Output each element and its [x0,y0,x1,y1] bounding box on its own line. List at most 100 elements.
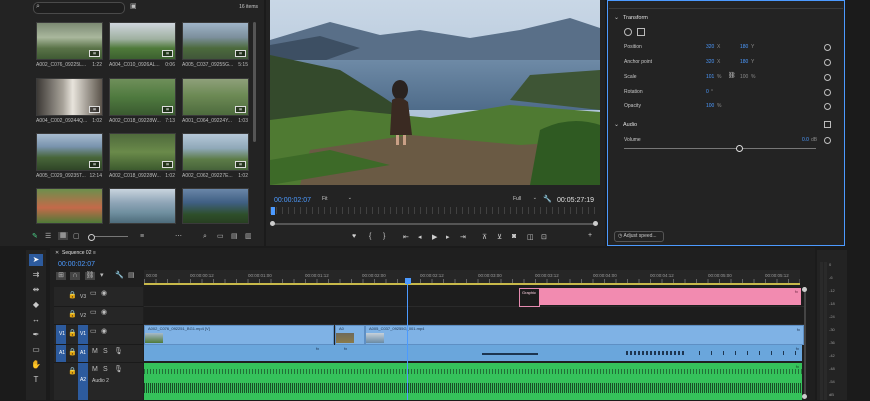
hand-tool-icon[interactable]: ✋ [29,359,43,371]
trash-icon[interactable]: ▥ [245,233,252,241]
solo-icon[interactable]: S [103,348,108,356]
list-view-icon[interactable]: ☰ [45,233,51,241]
position-y-value[interactable]: 180 [740,44,748,50]
track-lane-v2[interactable] [144,307,804,325]
clip-thumbnail[interactable]: ▤ [36,133,103,171]
program-timecode[interactable]: 00:00:02:07 [274,197,311,204]
scroll-handle-bottom[interactable] [802,394,807,399]
graphic-clip[interactable]: Graphic [519,288,540,307]
zoom-bar-handle-left[interactable] [270,221,275,226]
mic-icon[interactable]: 🎙 [114,366,123,374]
scale-value[interactable]: 101 [706,74,714,80]
toggle-sync-icon[interactable]: ▭ [90,328,97,336]
audio-clip-a1[interactable]: fx fx fx [144,345,802,361]
position-x-value[interactable]: 320 [706,44,714,50]
scroll-handle-top[interactable] [802,287,807,292]
clip-thumbnail[interactable]: ▤ [109,78,176,116]
audio-clip-a2[interactable]: fx [144,363,802,400]
audio-chevron-icon[interactable]: ⌄ [614,121,619,128]
timeline-timecode[interactable]: 00:00:02:07 [58,261,95,268]
sort-icon[interactable]: ≡ [140,233,144,241]
vr-icon[interactable]: ⊡ [541,233,547,241]
video-clip-2[interactable]: A0 [335,325,365,345]
find-icon[interactable]: ⌕ [203,233,207,241]
opacity-value[interactable]: 100 [706,103,714,109]
sequence-tab[interactable]: Sequence 02 [62,250,91,256]
clip-thumbnail[interactable] [109,188,176,224]
timeline-playhead-head[interactable] [405,278,411,284]
go-to-in-icon[interactable]: ⇤ [403,233,409,241]
lock-icon[interactable]: 🔒 [68,368,77,376]
compare-icon[interactable]: ◫ [527,233,534,241]
eye-icon[interactable]: ◉ [101,328,107,336]
bin-scrollbar[interactable] [253,22,256,142]
video-clip-1[interactable]: A002_C076_092251_BG1.mp4 [V] [144,325,334,345]
volume-slider-track[interactable] [624,148,816,149]
fit-dropdown[interactable]: Fit ⌄ [322,195,352,204]
link-icon[interactable]: ⛓ [728,72,736,79]
ripple-tool-icon[interactable]: ⇹ [29,284,43,296]
extract-icon[interactable]: ⊻ [497,233,502,241]
clip-thumbnail[interactable]: ▤ [109,133,176,171]
wrench-icon[interactable]: 🔧 [543,196,552,204]
lock-icon[interactable]: 🔒 [68,311,77,319]
solo-icon[interactable]: S [103,366,108,374]
lift-icon[interactable]: ⊼ [482,233,487,241]
eye-icon[interactable]: ◉ [101,290,107,298]
folder-icon[interactable]: ▣ [130,3,137,11]
graphic-clip-body[interactable]: fx [539,288,801,305]
type-tool-icon[interactable]: T [29,374,43,386]
adjust-speed-button[interactable]: ◷ Adjust speed... [614,231,664,242]
reset-rotation-icon[interactable] [824,89,831,96]
razor-tool-icon[interactable]: ◆ [29,299,43,311]
new-bin-icon[interactable]: ▭ [217,233,224,241]
clip-thumbnail[interactable]: ▤ [182,78,249,116]
reset-position-icon[interactable] [824,44,831,51]
rect-mask-icon[interactable] [637,28,645,36]
step-back-icon[interactable]: ◂ [418,233,422,241]
slip-tool-icon[interactable]: ↔ [29,314,43,326]
step-forward-icon[interactable]: ▸ [446,233,450,241]
toggle-sync-icon[interactable]: ▭ [90,290,97,298]
selection-tool-icon[interactable]: ➤ [29,254,43,266]
lock-icon[interactable]: 🔒 [68,292,77,300]
clip-thumbnail[interactable]: ▤ [182,22,249,60]
freeform-view-icon[interactable]: ▢ [73,233,80,241]
more-icon[interactable]: ⋯ [175,233,182,241]
add-marker-icon[interactable]: ▾ [100,272,104,280]
pen-tool-icon[interactable]: ✒ [29,329,43,341]
mark-out-icon[interactable]: } [383,233,385,240]
reset-opacity-icon[interactable] [824,103,831,110]
timeline-scrollbar[interactable] [804,287,806,397]
add-button-icon[interactable]: + [588,232,592,239]
ellipse-mask-icon[interactable] [624,28,632,36]
zoom-slider-handle[interactable] [88,234,95,241]
snap-icon[interactable]: ∩ [70,272,80,280]
video-clip-3[interactable]: A005_C037_09255G_001.mp4 fx [365,325,804,345]
quality-dropdown[interactable]: Full ⌄ [513,195,537,204]
transform-chevron-icon[interactable]: ⌄ [614,14,619,21]
linked-selection-icon[interactable]: ⛓ [85,272,95,280]
nest-icon[interactable]: ⊞ [56,272,66,280]
export-frame-icon[interactable]: ◙ [512,233,516,240]
clip-thumbnail[interactable] [182,188,249,224]
rotation-value[interactable]: 0 [706,89,709,95]
program-zoom-bar[interactable] [272,223,596,225]
captions-icon[interactable]: ▤ [128,272,135,280]
clip-thumbnail[interactable]: ▤ [36,22,103,60]
mute-icon[interactable]: M [92,366,98,374]
toggle-sync-icon[interactable]: ▭ [90,309,97,317]
program-timeruler[interactable] [270,207,600,214]
reset-volume-icon[interactable] [824,137,831,144]
audio-export-icon[interactable] [824,121,831,128]
icon-view-icon[interactable]: ▦ [58,232,68,240]
go-to-out-icon[interactable]: ⇥ [460,233,466,241]
add-marker-icon[interactable]: ♥ [352,233,356,240]
mark-in-icon[interactable]: { [369,233,371,240]
anchor-x-value[interactable]: 320 [706,59,714,65]
timeline-close-icon[interactable]: ✕ [55,250,59,256]
clip-thumbnail[interactable]: ▤ [36,78,103,116]
eye-icon[interactable]: ◉ [101,309,107,317]
sequence-menu-icon[interactable]: ≡ [93,250,96,256]
reset-scale-icon[interactable] [824,74,831,81]
